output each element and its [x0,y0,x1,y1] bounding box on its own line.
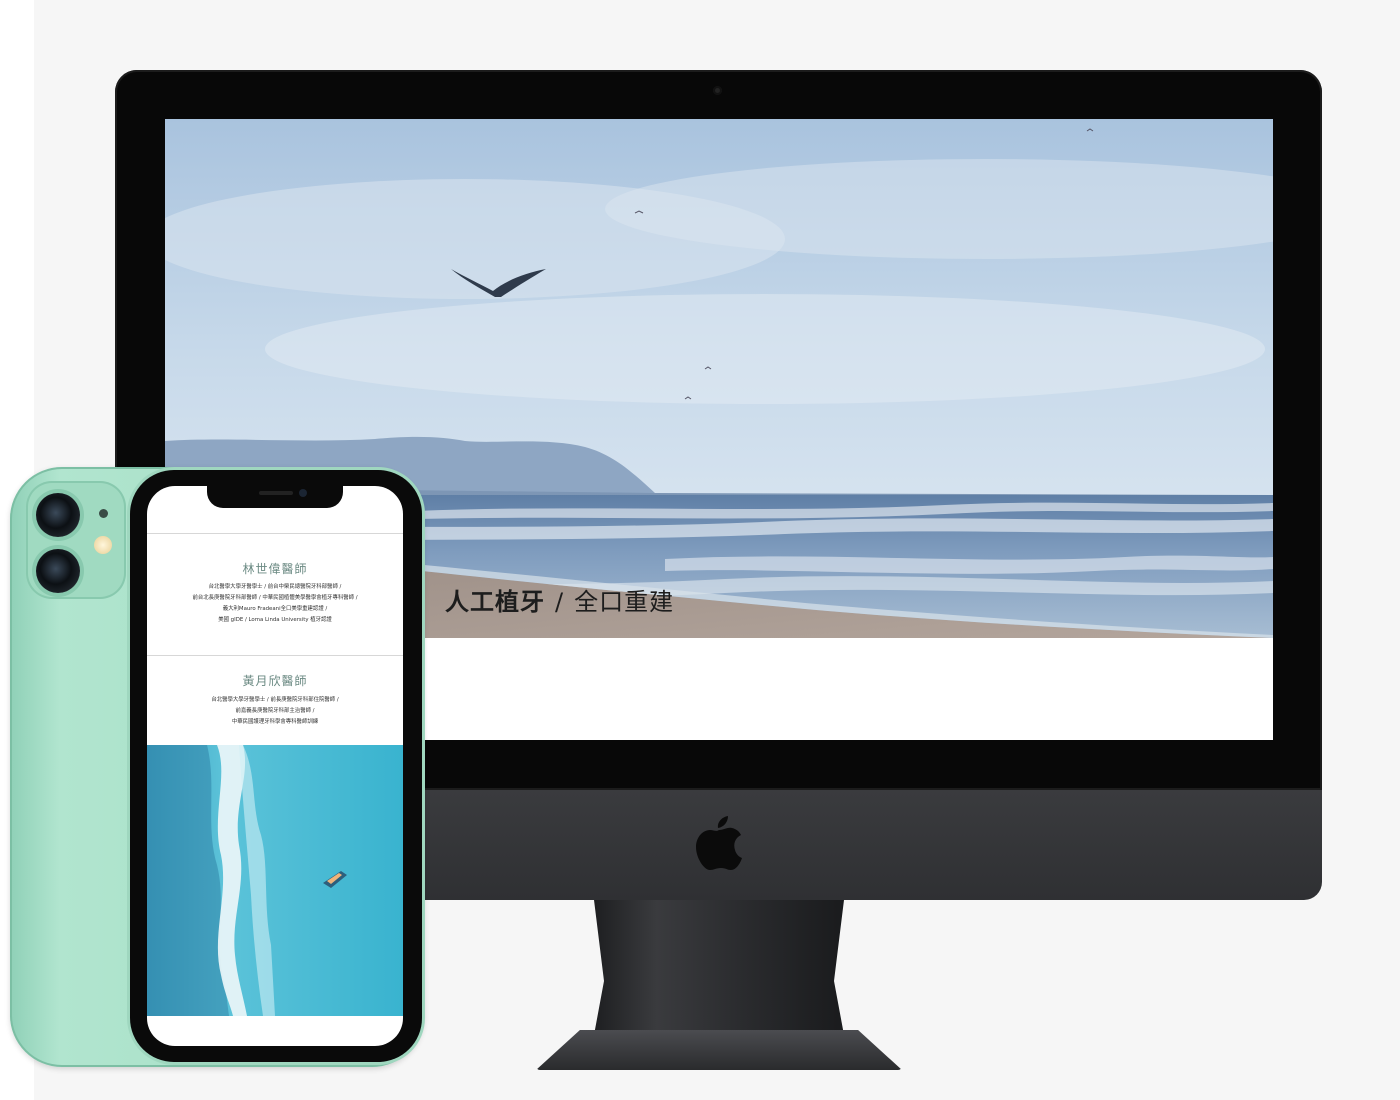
doctor-credential: 台北醫學大學牙醫學士 / 前長庚醫院牙科部住院醫師 / [211,697,339,703]
microphone-icon [99,509,108,518]
caption-separator: / [555,588,565,616]
service-caption: 人工植牙 / 全口重建 [445,582,674,617]
imac-stand-neck [594,900,844,1035]
flash-icon [94,536,112,554]
mobile-screen: 林世偉醫師 台北醫學大學牙醫學士 / 前台中榮民總醫院牙科部醫師 / 前台北長庚… [147,486,403,1046]
camera-lens-icon [36,549,80,593]
device-mockup: 人工植牙 / 全口重建 林世偉醫師 台北醫學大學牙醫學士 / 前台中榮民總醫院牙科部… [0,0,1400,1100]
caption-secondary: 全口重建 [574,588,675,616]
caption-primary: 人工植牙 [445,588,545,616]
section-divider [147,533,403,534]
doctor-credential: 美國 gIDE / Loma Linda University 植牙認證 [218,617,332,623]
doctor-name: 黃月欣醫師 [242,674,308,688]
speaker-grille [259,491,293,495]
phone-notch [207,486,343,508]
imac-stand-foot [536,1030,902,1070]
camera-lens-icon [36,493,80,537]
section-divider [147,655,403,656]
doctor-credential: 前台北長庚醫院牙科部醫師 / 中華民國植體美學醫學會植牙專科醫師 / [192,595,358,601]
doctor-credential: 前嘉義長庚醫院牙科部主治醫師 / [235,708,315,714]
apple-logo-icon [696,816,742,870]
doctor-credential: 台北醫學大學牙醫學士 / 前台中榮民總醫院牙科部醫師 / [208,584,342,590]
front-camera-icon [299,489,307,497]
ocean-image [147,745,403,1016]
doctor-name: 林世偉醫師 [242,562,308,576]
doctor-credential: 義大利Mauro Fradeani全口美學重建認證 / [222,606,328,612]
doctor-credential: 中華民國護理牙科學會專科醫師訓練 [231,719,319,725]
imac-camera [713,86,722,95]
